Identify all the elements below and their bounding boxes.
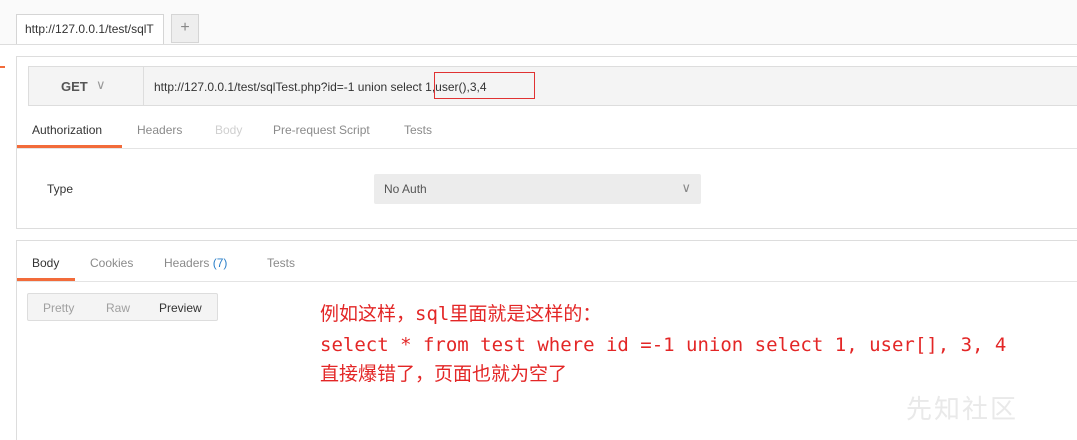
active-response-tab-underline [17,278,75,281]
response-headers-label: Headers [164,256,210,270]
method-label: GET [61,79,88,94]
view-mode-group: Pretty Raw Preview [27,293,218,321]
url-input[interactable] [154,79,1054,95]
tab-response-cookies[interactable]: Cookies [90,256,133,270]
chevron-down-icon: ∨ [96,77,106,92]
url-highlight-box [434,72,535,99]
tab-pre-request-script[interactable]: Pre-request Script [273,123,370,137]
auth-type-label: Type [47,182,74,196]
add-tab-button[interactable]: + [171,14,199,43]
request-tab[interactable]: http://127.0.0.1/test/sqlT [16,14,164,44]
request-tab-label: http://127.0.0.1/test/sqlT [25,22,154,36]
view-raw-button[interactable]: Raw [106,301,130,315]
plus-icon: + [180,19,190,36]
annotation-line-2: select * from test where id =-1 union se… [320,334,1007,356]
tab-authorization[interactable]: Authorization [32,123,102,137]
request-subtabs: Authorization Headers Body Pre-request S… [17,117,1077,149]
annotation-line-1: 例如这样，sql里面就是这样的： [320,303,602,325]
method-selector[interactable]: GET ∨ [28,66,144,106]
view-preview-button[interactable]: Preview [159,301,202,315]
left-accent-marker [0,66,5,68]
auth-type-select[interactable]: No Auth ∨ [374,174,701,204]
active-tab-underline [17,145,122,148]
chevron-down-icon: ∨ [681,180,691,195]
response-headers-count: (7) [212,256,228,270]
response-tabs: Body Cookies Headers (7) Tests [17,250,1077,282]
tab-headers[interactable]: Headers [137,123,182,137]
tab-body[interactable]: Body [215,123,242,137]
watermark-logo: 先知社区 [906,395,1019,425]
tab-response-tests[interactable]: Tests [267,256,295,270]
tab-response-headers[interactable]: Headers (7) [164,256,227,270]
annotation-line-3: 直接爆错了，页面也就为空了 [320,363,568,385]
auth-type-value: No Auth [384,182,427,196]
view-pretty-button[interactable]: Pretty [43,301,74,315]
tab-tests[interactable]: Tests [404,123,432,137]
tab-response-body[interactable]: Body [32,256,59,270]
